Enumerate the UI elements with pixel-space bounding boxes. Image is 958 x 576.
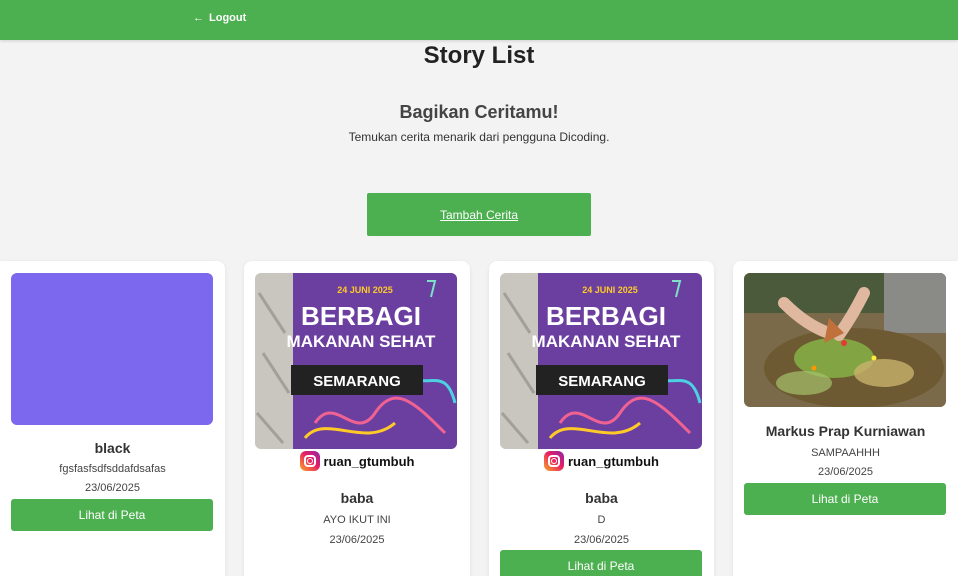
story-date: 23/06/2025 bbox=[573, 534, 630, 546]
story-description: SAMPAAHHH bbox=[811, 447, 880, 459]
story-description: fgsfasfsdfsddafdsafas bbox=[59, 463, 166, 475]
story-date: 23/06/2025 bbox=[817, 466, 874, 478]
instagram-icon bbox=[544, 451, 564, 471]
page-title: Story List bbox=[423, 42, 535, 69]
top-navbar: ← Logout bbox=[0, 0, 958, 40]
section-description: Temukan cerita menarik dari pengguna Dic… bbox=[348, 130, 610, 144]
story-card: Markus Prap Kurniawan SAMPAAHHH 23/06/20… bbox=[733, 261, 958, 576]
event-poster-image: 24 JUNI 2025 BERBAGI MAKANAN SEHAT SEMAR… bbox=[500, 273, 702, 449]
event-poster-image: 24 JUNI 2025 BERBAGI MAKANAN SEHAT SEMAR… bbox=[255, 273, 457, 449]
poster-line-2: MAKANAN SEHAT bbox=[287, 332, 437, 351]
compost-photo bbox=[744, 273, 946, 407]
story-image-placeholder bbox=[11, 273, 213, 425]
story-description: AYO IKUT INI bbox=[323, 514, 391, 526]
poster-line-1: BERBAGI bbox=[301, 301, 421, 331]
instagram-handle-text: ruan_gtumbuh bbox=[568, 453, 659, 469]
instagram-handle: ruan_gtumbuh bbox=[244, 451, 470, 471]
poster-date: 24 JUNI 2025 bbox=[582, 285, 638, 295]
add-story-button[interactable]: Tambah Cerita bbox=[367, 193, 591, 236]
view-map-button[interactable]: Lihat di Peta bbox=[11, 499, 213, 531]
story-image bbox=[744, 273, 946, 407]
story-author: baba bbox=[340, 490, 374, 506]
story-image: 24 JUNI 2025 BERBAGI MAKANAN SEHAT SEMAR… bbox=[255, 273, 457, 449]
story-author: baba bbox=[585, 490, 618, 506]
story-image: 24 JUNI 2025 BERBAGI MAKANAN SEHAT SEMAR… bbox=[500, 273, 702, 449]
view-map-button[interactable]: Lihat di Peta bbox=[744, 483, 946, 515]
story-author: black bbox=[94, 440, 131, 456]
arrow-left-icon: ← bbox=[193, 11, 204, 24]
story-date: 23/06/2025 bbox=[329, 534, 385, 546]
poster-date: 24 JUNI 2025 bbox=[337, 285, 393, 295]
story-card: 24 JUNI 2025 BERBAGI MAKANAN SEHAT SEMAR… bbox=[489, 261, 714, 576]
instagram-handle-text: ruan_gtumbuh bbox=[323, 453, 415, 469]
story-card: black fgsfasfsdfsddafdsafas 23/06/2025 L… bbox=[0, 261, 225, 576]
poster-line-2: MAKANAN SEHAT bbox=[532, 332, 682, 351]
poster-city: SEMARANG bbox=[313, 373, 401, 390]
poster-city: SEMARANG bbox=[558, 373, 646, 390]
logout-button[interactable]: ← Logout bbox=[193, 12, 246, 24]
story-description: D bbox=[597, 514, 606, 526]
view-map-button[interactable]: Lihat di Peta bbox=[500, 550, 702, 576]
poster-line-1: BERBAGI bbox=[546, 301, 666, 331]
instagram-icon bbox=[299, 451, 320, 471]
section-title: Bagikan Ceritamu! bbox=[399, 102, 559, 122]
instagram-handle: ruan_gtumbuh bbox=[489, 451, 714, 471]
story-date: 23/06/2025 bbox=[84, 482, 141, 494]
story-author: Markus Prap Kurniawan bbox=[765, 423, 926, 439]
logout-label: Logout bbox=[209, 12, 247, 24]
story-card: 24 JUNI 2025 BERBAGI MAKANAN SEHAT SEMAR… bbox=[244, 261, 470, 576]
